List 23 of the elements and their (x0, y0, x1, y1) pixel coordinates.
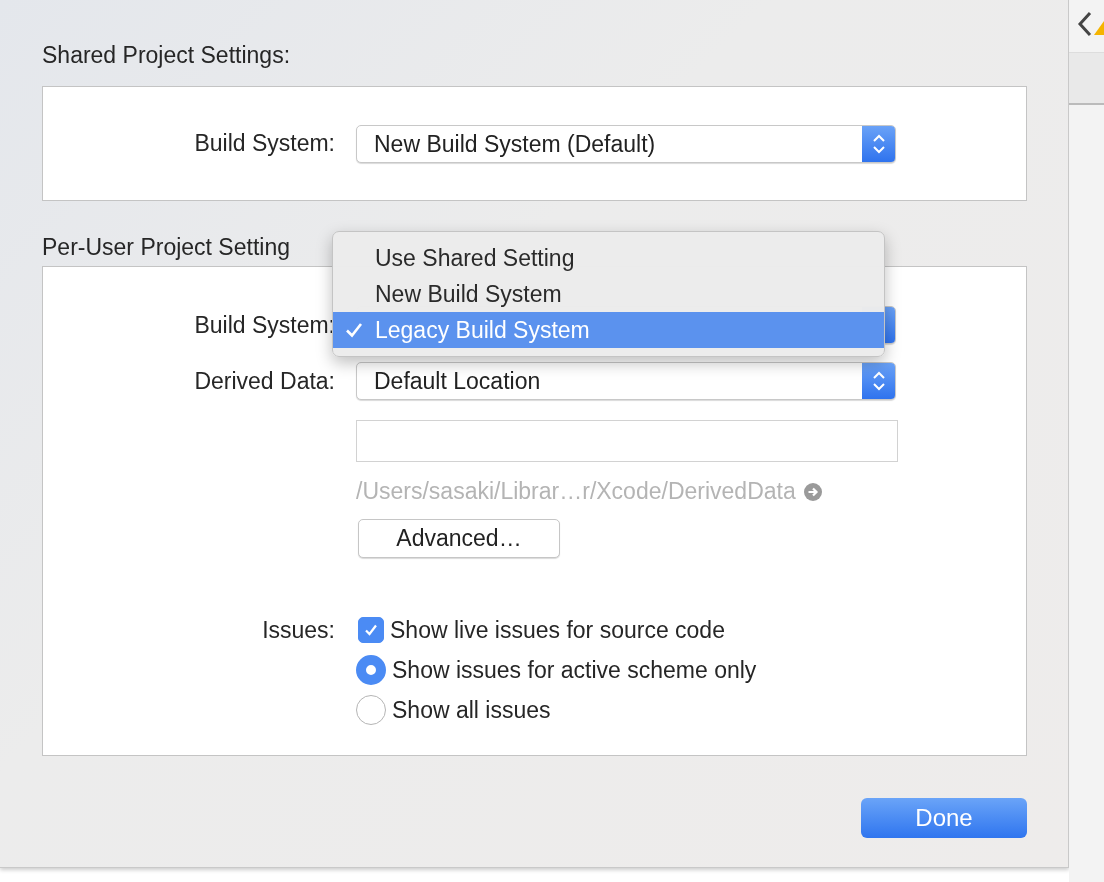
radio-button[interactable] (356, 655, 386, 685)
warning-icon (1092, 20, 1104, 36)
option-label: Show all issues (392, 696, 551, 724)
checkbox[interactable] (358, 617, 384, 643)
advanced-button[interactable]: Advanced… (358, 519, 560, 558)
section-title: Shared Project Settings: (42, 42, 291, 70)
radio-button[interactable] (356, 695, 386, 725)
derived-data-path: /Users/sasaki/Librar…r/Xcode/DerivedData (356, 478, 796, 505)
field-label: Build System: (193, 130, 335, 157)
stepper-icon (862, 125, 895, 162)
stepper-icon (862, 363, 895, 399)
option-label: Show live issues for source code (390, 616, 725, 644)
section-title: Per-User Project Setting (42, 234, 290, 262)
menu-item[interactable]: New Build System (333, 276, 884, 312)
menu-item[interactable]: Use Shared Setting (333, 240, 884, 276)
back-chevron-icon[interactable] (1077, 11, 1093, 37)
field-label: Build System: (193, 311, 335, 339)
field-label: Derived Data: (193, 367, 335, 395)
option-label: Show issues for active scheme only (392, 656, 757, 684)
build-system-popup[interactable]: New Build System (Default) (356, 124, 896, 163)
field-label: Issues: (261, 616, 335, 645)
custom-path-field[interactable] (356, 420, 898, 462)
derived-data-popup[interactable]: Default Location (356, 362, 896, 400)
